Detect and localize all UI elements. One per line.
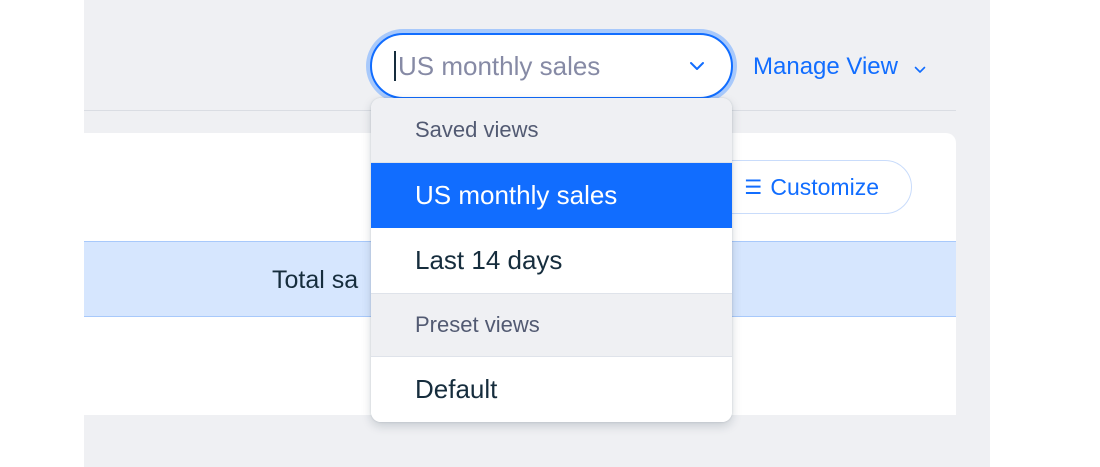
view-select[interactable]: US monthly sales — [370, 33, 733, 99]
column-header-total-sales[interactable]: Total sa — [272, 266, 358, 295]
option-default[interactable]: Default — [371, 357, 732, 422]
menu-lines-icon: ☰ — [744, 176, 763, 199]
text-cursor — [394, 51, 396, 81]
views-dropdown: Saved views US monthly sales Last 14 day… — [371, 98, 732, 422]
option-us-monthly-sales[interactable]: US monthly sales — [371, 163, 732, 228]
section-header-saved-views: Saved views — [371, 98, 732, 162]
page: ☰ Customize Total sa US monthly sales Ma… — [0, 0, 1100, 467]
chevron-down-icon — [914, 53, 926, 81]
section-header-preset-views: Preset views — [371, 294, 732, 356]
option-last-14-days[interactable]: Last 14 days — [371, 228, 732, 293]
manage-view-button[interactable]: Manage View — [753, 50, 926, 84]
view-select-value[interactable]: US monthly sales — [398, 51, 687, 82]
chevron-down-icon[interactable] — [687, 56, 707, 76]
customize-label: Customize — [770, 173, 879, 200]
manage-view-label: Manage View — [753, 53, 898, 80]
